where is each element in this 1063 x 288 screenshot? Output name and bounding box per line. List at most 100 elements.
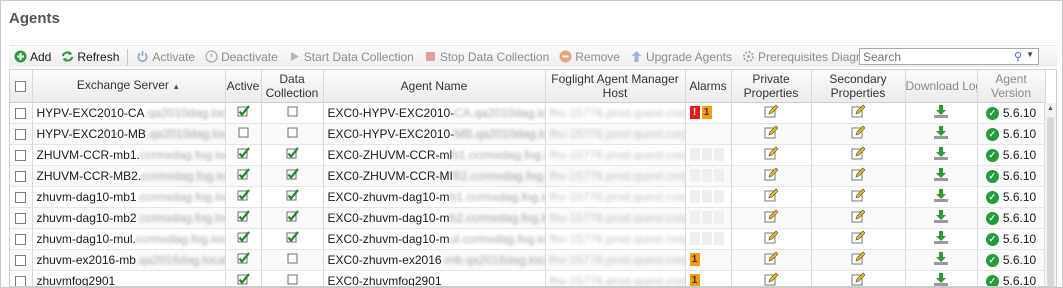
private-properties-cell[interactable] xyxy=(731,270,812,286)
warning-alarm-badge[interactable]: 1 xyxy=(689,253,700,266)
active-checked-icon[interactable] xyxy=(237,210,250,225)
header-alarms[interactable]: Alarms xyxy=(685,70,732,103)
data-collection-cell[interactable] xyxy=(261,123,324,145)
header-agent-version[interactable]: Agent Version xyxy=(977,70,1046,103)
row-checkbox[interactable] xyxy=(15,107,27,119)
alarms-cell[interactable] xyxy=(685,123,732,145)
edit-icon[interactable] xyxy=(851,104,866,121)
private-properties-cell[interactable] xyxy=(731,249,812,271)
data-collection-cell[interactable] xyxy=(261,144,324,166)
row-checkbox[interactable] xyxy=(15,275,27,286)
secondary-properties-cell[interactable] xyxy=(811,249,906,271)
edit-icon[interactable] xyxy=(764,209,779,226)
header-agent-name[interactable]: Agent Name xyxy=(323,70,546,103)
warning-alarm-badge[interactable]: 1 xyxy=(689,274,700,286)
edit-icon[interactable] xyxy=(764,251,779,268)
row-select-cell[interactable] xyxy=(10,228,33,250)
alarms-cell[interactable]: 1 xyxy=(685,270,732,286)
row-select-cell[interactable] xyxy=(10,144,33,166)
download-icon[interactable] xyxy=(933,146,949,164)
fatal-alarm-icon[interactable]: ! xyxy=(689,106,700,119)
activate-button[interactable]: Activate xyxy=(131,47,200,67)
row-select-cell[interactable] xyxy=(10,123,33,145)
edit-icon[interactable] xyxy=(764,104,779,121)
download-log-cell[interactable] xyxy=(905,270,978,287)
alarms-cell[interactable]: 1 xyxy=(685,249,732,271)
table-row[interactable]: HYPV-EXC2010-MB.qa2010dag.local EXC0-HYPV… xyxy=(10,123,1046,145)
header-agent-manager-host[interactable]: Foglight Agent Manager Host xyxy=(545,70,686,103)
edit-icon[interactable] xyxy=(851,188,866,205)
private-properties-cell[interactable] xyxy=(731,102,812,124)
vertical-scrollbar[interactable]: ▲ xyxy=(1044,103,1056,286)
header-secondary-properties[interactable]: Secondary Properties xyxy=(811,70,906,103)
collection-unchecked-icon[interactable] xyxy=(287,253,298,267)
table-row[interactable]: ZHUVM-CCR-MB2.ccrmxdag.fog.local EXC0-ZHU… xyxy=(10,165,1046,187)
collection-unchecked-icon[interactable] xyxy=(287,274,298,287)
download-icon[interactable] xyxy=(933,272,949,287)
active-checked-icon[interactable] xyxy=(237,105,250,120)
header-active[interactable]: Active xyxy=(225,70,262,103)
alarm-indicators[interactable]: 1 xyxy=(686,274,731,286)
edit-icon[interactable] xyxy=(764,167,779,184)
select-all-header[interactable] xyxy=(10,70,33,103)
edit-icon[interactable] xyxy=(851,251,866,268)
alarm-indicators[interactable]: 1 xyxy=(686,253,731,266)
download-icon[interactable] xyxy=(933,251,949,269)
alarm-indicators[interactable] xyxy=(686,211,731,224)
row-select-cell[interactable] xyxy=(10,165,33,187)
table-row[interactable]: zhuvm-ex2016-mb.qa2016dag.local EXC0-zhuv… xyxy=(10,249,1046,271)
collection-checked-icon[interactable] xyxy=(286,147,299,162)
row-select-cell[interactable] xyxy=(10,270,33,286)
edit-icon[interactable] xyxy=(851,167,866,184)
edit-icon[interactable] xyxy=(851,146,866,163)
private-properties-cell[interactable] xyxy=(731,165,812,187)
active-cell[interactable] xyxy=(225,249,262,271)
start-data-collection-button[interactable]: Start Data Collection xyxy=(283,47,419,67)
select-all-checkbox[interactable] xyxy=(15,81,27,93)
row-checkbox[interactable] xyxy=(15,149,27,161)
header-data-collection[interactable]: Data Collection xyxy=(261,70,324,103)
collection-checked-icon[interactable] xyxy=(286,189,299,204)
data-collection-cell[interactable] xyxy=(261,165,324,187)
header-exchange-server[interactable]: Exchange Server ▲ xyxy=(32,70,226,103)
active-unchecked-icon[interactable] xyxy=(238,127,249,141)
download-icon[interactable] xyxy=(933,209,949,227)
upgrade-agents-button[interactable]: Upgrade Agents xyxy=(625,47,737,67)
secondary-properties-cell[interactable] xyxy=(811,165,906,187)
download-icon[interactable] xyxy=(933,104,949,122)
search-input[interactable] xyxy=(860,49,1000,64)
table-row[interactable]: HYPV-EXC2010-CA.qa2010dag.local EXC0-HYPV… xyxy=(10,102,1046,124)
private-properties-cell[interactable] xyxy=(731,228,812,250)
row-select-cell[interactable] xyxy=(10,207,33,229)
download-log-cell[interactable] xyxy=(905,165,978,187)
active-checked-icon[interactable] xyxy=(237,189,250,204)
secondary-properties-cell[interactable] xyxy=(811,144,906,166)
header-private-properties[interactable]: Private Properties xyxy=(731,70,812,103)
table-row[interactable]: zhuvm-dag10-mul.ccrmxdag.fog.local EXC0-z… xyxy=(10,228,1046,250)
alarms-cell[interactable]: ! 1 xyxy=(685,102,732,124)
active-checked-icon[interactable] xyxy=(237,273,250,286)
collection-checked-icon[interactable] xyxy=(286,231,299,246)
secondary-properties-cell[interactable] xyxy=(811,186,906,208)
edit-icon[interactable] xyxy=(851,125,866,142)
scroll-up-icon[interactable]: ▲ xyxy=(1047,105,1054,112)
secondary-properties-cell[interactable] xyxy=(811,228,906,250)
row-checkbox[interactable] xyxy=(15,128,27,140)
table-row[interactable]: ZHUVM-CCR-mb1.ccrmxdag.fog.local EXC0-ZHU… xyxy=(10,144,1046,166)
table-row[interactable]: zhuvm-dag10-mb2.ccrmxdag.fog.local EXC0-z… xyxy=(10,207,1046,229)
table-row[interactable]: zhuvm-dag10-mb1.ccrmxdag.fog.local EXC0-z… xyxy=(10,186,1046,208)
download-log-cell[interactable] xyxy=(905,249,978,271)
collection-checked-icon[interactable] xyxy=(286,210,299,225)
collection-unchecked-icon[interactable] xyxy=(287,106,298,120)
active-checked-icon[interactable] xyxy=(237,168,250,183)
alarms-cell[interactable] xyxy=(685,186,732,208)
row-select-cell[interactable] xyxy=(10,249,33,271)
deactivate-button[interactable]: Deactivate xyxy=(200,47,283,67)
active-cell[interactable] xyxy=(225,165,262,187)
active-checked-icon[interactable] xyxy=(237,231,250,246)
alarm-indicators[interactable]: ! 1 xyxy=(686,106,731,119)
table-row[interactable]: zhuvmfog2901 EXC0-zhuvmfog2901 fhv-15776.p… xyxy=(10,270,1046,287)
download-icon[interactable] xyxy=(933,167,949,185)
secondary-properties-cell[interactable] xyxy=(811,207,906,229)
active-cell[interactable] xyxy=(225,102,262,124)
